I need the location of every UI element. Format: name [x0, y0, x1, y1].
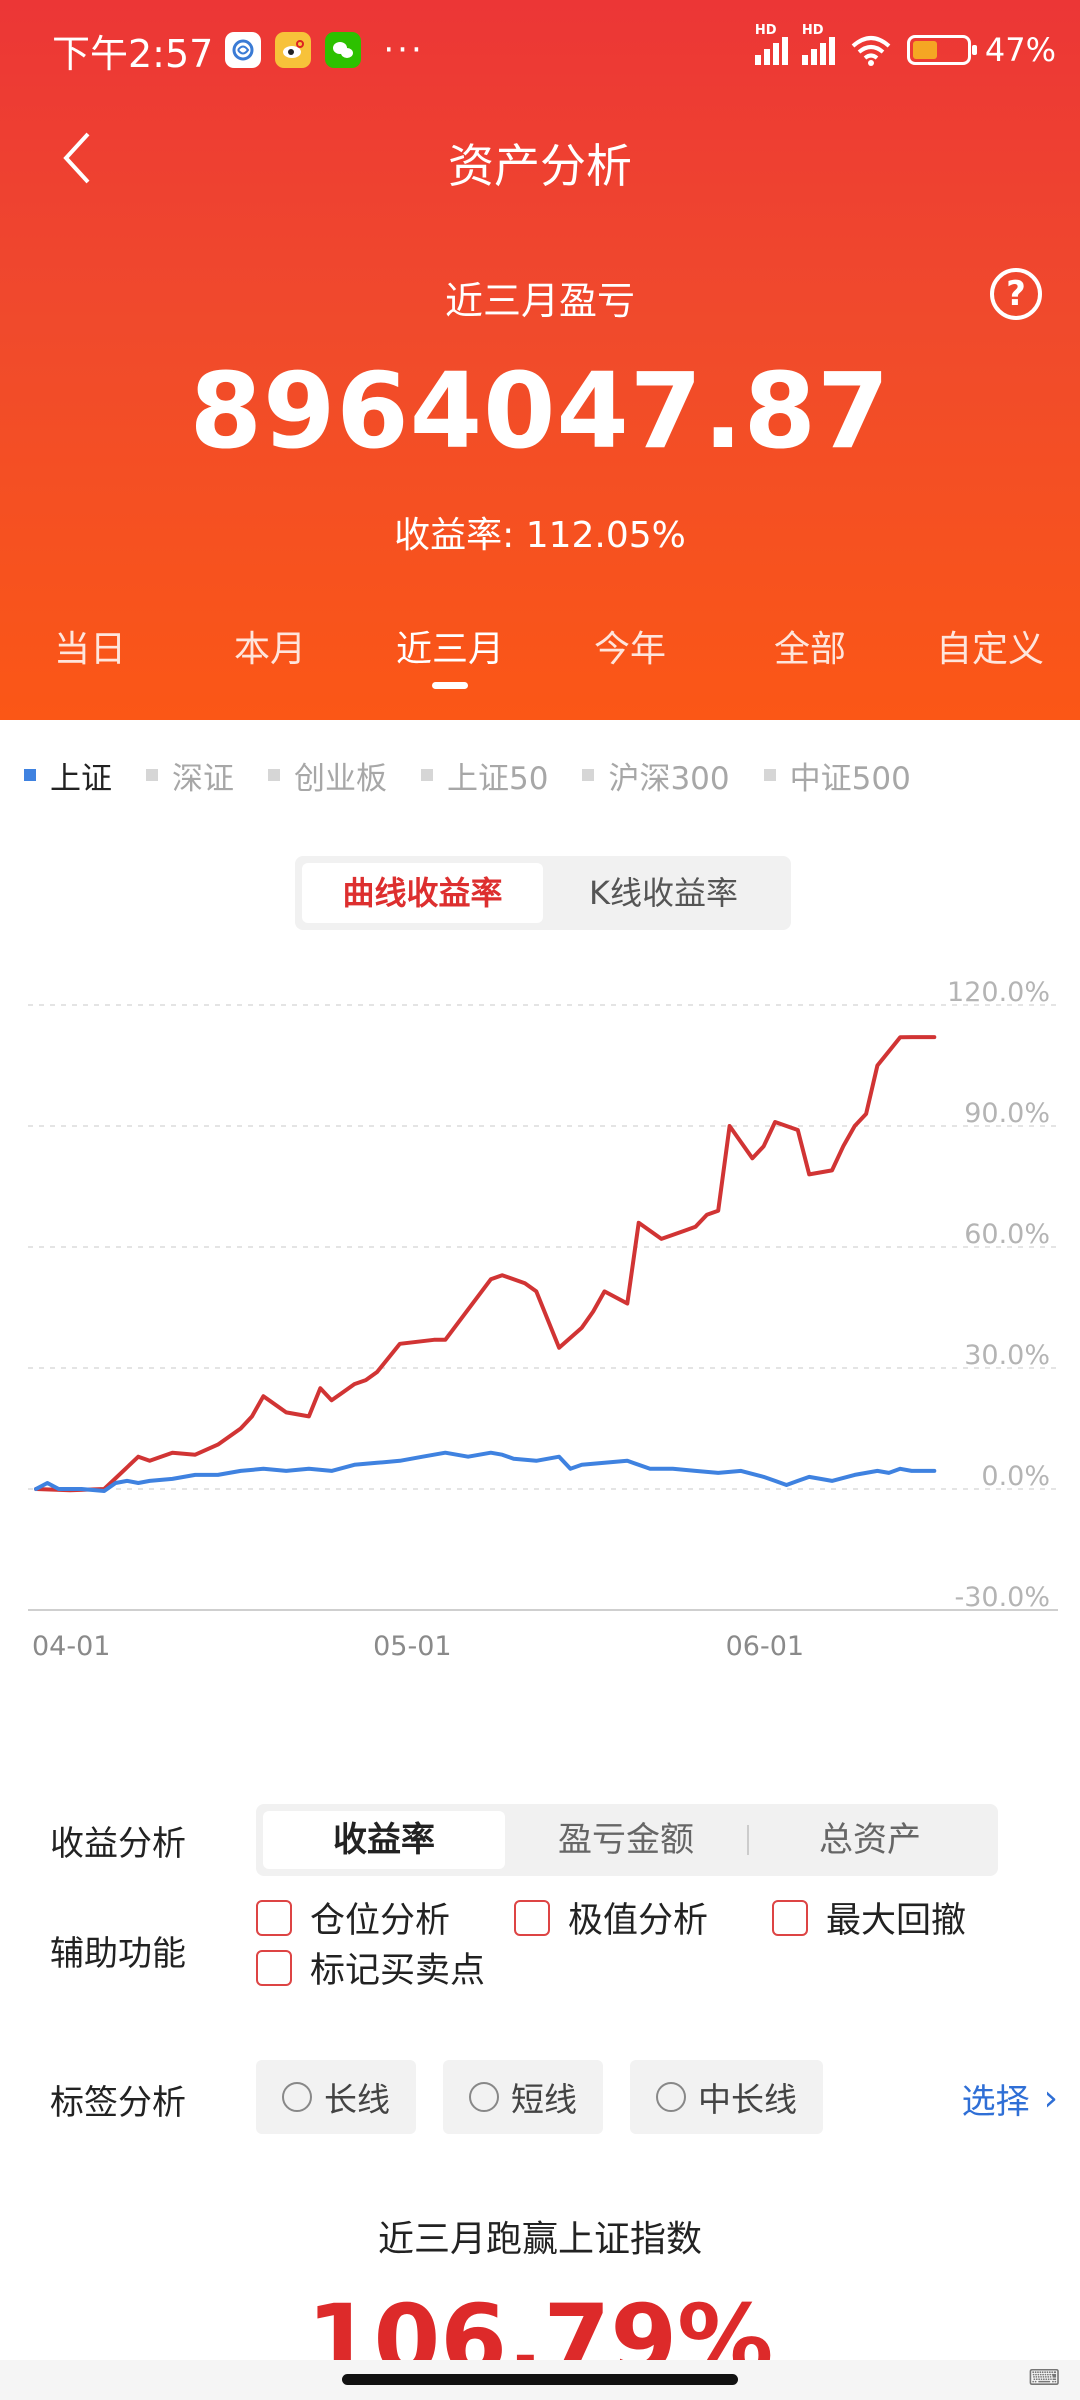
- index-marker-icon: [24, 769, 36, 781]
- y-tick-label: 60.0%: [964, 1219, 1050, 1250]
- radio-icon: [656, 2082, 686, 2112]
- nav-bar: 资产分析: [0, 120, 1080, 200]
- header: 下午2:57 ··· HD HD 47% 资产分析 近三月盈亏 ? 896404…: [0, 0, 1080, 720]
- x-tick-label: 06-01: [726, 1631, 804, 1662]
- tags-label: 标签分析: [50, 2083, 186, 2123]
- period-pnl-label: 近三月盈亏: [444, 279, 635, 323]
- y-tick-label: 0.0%: [981, 1461, 1050, 1492]
- period-tabs: 当日 本月 近三月 今年 全部 自定义: [0, 620, 1080, 700]
- aux-checkbox-0[interactable]: 仓位分析: [256, 1892, 450, 1943]
- index-tab-label: 上证: [50, 760, 112, 797]
- tab-period-2[interactable]: 近三月: [360, 620, 540, 700]
- tab-period-3[interactable]: 今年: [540, 620, 720, 700]
- keyboard-icon[interactable]: ⌨: [1028, 2366, 1060, 2391]
- index-marker-icon: [421, 769, 433, 781]
- return-rate: 收益率: 112.05%: [394, 515, 686, 556]
- wechat-icon: [325, 32, 362, 68]
- radio-icon: [282, 2082, 312, 2112]
- chevron-right-icon: ›: [1043, 2078, 1058, 2119]
- app-icon: [225, 32, 262, 68]
- y-tick-label: 90.0%: [964, 1098, 1050, 1129]
- index-tab-label: 创业板: [294, 760, 387, 797]
- analysis-toggle: 收益率 盈亏金额 总资产: [256, 1804, 998, 1876]
- notification-icons: [225, 32, 362, 68]
- aux-checkbox-label: 最大回撤: [826, 1901, 967, 1941]
- benchmark-return-line: [34, 1450, 937, 1493]
- comparison-value: 106.79%: [306, 2290, 774, 2360]
- system-nav-bar: ⌨: [0, 2360, 1080, 2400]
- checkbox-icon: [514, 1899, 550, 1936]
- y-tick-label: -30.0%: [954, 1582, 1050, 1613]
- battery-percent: 47%: [984, 31, 1056, 69]
- aux-checkbox-label: 标记买卖点: [310, 1951, 486, 1991]
- analysis-label: 收益分析: [50, 1824, 186, 1864]
- y-tick-label: 30.0%: [964, 1340, 1050, 1371]
- analysis-option-2[interactable]: 总资产: [749, 1811, 991, 1869]
- portfolio-return-line: [34, 1035, 937, 1493]
- index-tab-5[interactable]: 中证500: [763, 753, 911, 798]
- index-marker-icon: [582, 769, 595, 781]
- x-tick-label: 04-01: [32, 1631, 110, 1662]
- tab-period-4[interactable]: 全部: [720, 620, 900, 700]
- weibo-icon: [275, 32, 312, 68]
- checkbox-icon: [256, 1949, 292, 1986]
- checkbox-icon: [256, 1899, 292, 1936]
- index-marker-icon: [763, 769, 776, 781]
- chart-mode-toggle: 曲线收益率 K线收益率: [295, 856, 791, 930]
- pnl-amount: 8964047.87: [189, 350, 891, 472]
- aux-label: 辅助功能: [50, 1934, 186, 1974]
- radio-icon: [469, 2082, 499, 2112]
- index-tab-label: 上证50: [447, 760, 549, 797]
- select-label: 选择: [961, 2082, 1030, 2122]
- return-chart: 120.0% 90.0% 60.0% 30.0% 0.0% -30.0% 04-01 05-0…: [28, 977, 1058, 1662]
- index-tab-0[interactable]: 上证: [24, 753, 112, 798]
- tag-option-label: 长线: [324, 2080, 390, 2119]
- tab-period-5[interactable]: 自定义: [900, 620, 1080, 700]
- aux-checkbox-label: 仓位分析: [310, 1901, 451, 1941]
- tag-option-label: 中长线: [698, 2080, 797, 2119]
- index-tab-label: 沪深300: [608, 760, 730, 797]
- index-tab-1[interactable]: 深证: [146, 753, 234, 798]
- tab-period-1[interactable]: 本月: [180, 620, 360, 700]
- status-time: 下午2:57: [52, 31, 214, 76]
- index-tab-4[interactable]: 沪深300: [582, 753, 730, 798]
- comparison-title: 近三月跑赢上证指数: [377, 2219, 702, 2260]
- checkbox-icon: [772, 1899, 808, 1936]
- aux-checkbox-2[interactable]: 最大回撤: [772, 1892, 966, 1943]
- chart-mode-option-1[interactable]: K线收益率: [543, 863, 784, 923]
- benchmark-index-tabs: 上证 深证 创业板 上证50 沪深300 中证500: [0, 750, 1080, 800]
- tag-option-label: 短线: [511, 2080, 577, 2119]
- analysis-option-0[interactable]: 收益率: [263, 1811, 505, 1869]
- index-tab-2[interactable]: 创业板: [268, 753, 387, 798]
- select-tags-button[interactable]: 选择 ›: [962, 2074, 1058, 2123]
- index-tab-label: 中证500: [789, 760, 911, 797]
- chart-mode-option-0[interactable]: 曲线收益率: [302, 863, 543, 923]
- wifi-icon: [851, 36, 891, 66]
- x-tick-label: 05-01: [373, 1631, 451, 1662]
- index-marker-icon: [146, 769, 158, 781]
- aux-checkbox-1[interactable]: 极值分析: [514, 1892, 708, 1943]
- tag-option-2[interactable]: 中长线: [630, 2060, 823, 2134]
- more-notifications-icon: ···: [383, 30, 425, 70]
- home-indicator[interactable]: [342, 2374, 738, 2385]
- page-title: 资产分析: [448, 139, 632, 193]
- status-bar: 下午2:57 ··· HD HD 47%: [52, 22, 1056, 78]
- tab-period-0[interactable]: 当日: [0, 620, 180, 700]
- signal-1-icon: HD: [754, 23, 788, 65]
- index-marker-icon: [268, 769, 280, 781]
- aux-checkbox-3[interactable]: 标记买卖点: [256, 1942, 485, 1993]
- tag-option-0[interactable]: 长线: [256, 2060, 416, 2134]
- tag-option-1[interactable]: 短线: [443, 2060, 603, 2134]
- signal-2-icon: HD: [801, 23, 835, 65]
- index-tab-label: 深证: [172, 760, 234, 797]
- y-tick-label: 120.0%: [947, 977, 1050, 1008]
- battery-icon: [906, 35, 977, 65]
- index-tab-3[interactable]: 上证50: [421, 753, 548, 798]
- analysis-option-1[interactable]: 盈亏金额: [505, 1811, 747, 1869]
- help-icon[interactable]: ?: [990, 268, 1042, 320]
- aux-checkbox-label: 极值分析: [568, 1901, 709, 1941]
